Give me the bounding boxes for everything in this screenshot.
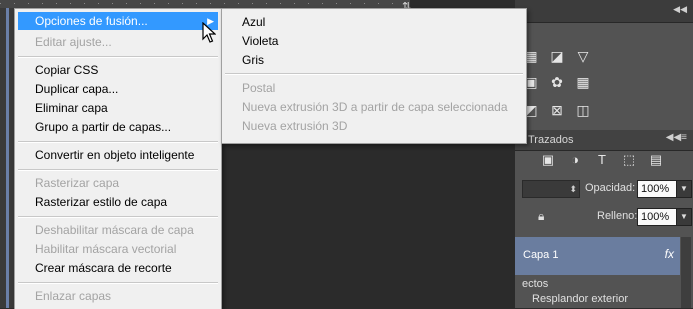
submenu-separator [225, 73, 523, 75]
menu-item-link-layers: Enlazar capas [35, 289, 112, 303]
shape-filter-icon[interactable]: ⬚ [621, 152, 637, 168]
submenu-item-violeta[interactable]: Violeta [226, 32, 522, 50]
curves-icon[interactable]: ◪ [548, 47, 566, 65]
submenu-item-gris[interactable]: Gris [226, 51, 522, 69]
menu-item-convert-smart-object[interactable]: Convertir en objeto inteligente [18, 146, 218, 164]
menu-item-blending-options[interactable]: Opciones de fusión... ▶ [18, 12, 218, 30]
menu-item-copy-css[interactable]: Copiar CSS [18, 61, 218, 79]
channel-mixer-icon[interactable]: ✿ [548, 73, 566, 91]
layer-filter-icons: ▣ ◑ T ⬚ ▤ [540, 152, 664, 168]
layer-context-menu: Opciones de fusión... ▶ Editar ajuste... … [14, 8, 222, 309]
menu-separator [18, 141, 218, 143]
color-lookup-icon[interactable]: ▦ [574, 73, 592, 91]
lock-icon[interactable]: 🔒︎ [538, 209, 544, 224]
gradient-map-icon[interactable]: ▽ [574, 47, 592, 65]
menu-item-rasterize-layer: Rasterizar capa [35, 176, 120, 190]
tab-paths[interactable]: Trazados [528, 130, 573, 150]
selective-color-icon[interactable]: ◫ [574, 101, 592, 119]
effect-outer-glow[interactable]: Resplandor exterior [532, 293, 628, 305]
submenu-item-3d-extrusion: Nueva extrusión 3D [242, 119, 348, 133]
updown-icon: ⬍ [569, 184, 577, 194]
menu-item-delete-layer[interactable]: Eliminar capa [18, 99, 218, 117]
menu-item-label: Opciones de fusión... [35, 14, 148, 28]
blend-mode-dropdown[interactable]: ⬍ [522, 180, 580, 198]
menu-separator [18, 282, 218, 284]
canvas-left-edge [0, 0, 14, 308]
menu-item-rasterize-layer-style[interactable]: Rasterizar estilo de capa [18, 193, 218, 211]
menu-item-enable-vector-mask: Habilitar máscara vectorial [35, 242, 177, 256]
adjustments-row-3: ◩ ⊠ ◫ [522, 101, 592, 121]
panel-header: ◀◀ [515, 0, 693, 23]
layer-row-selected[interactable]: Capa 1 fx [515, 237, 680, 275]
selection-strip [6, 0, 9, 308]
menu-separator [18, 56, 218, 58]
image-filter-icon[interactable]: ▣ [540, 152, 556, 168]
smart-object-filter-icon[interactable]: ▤ [648, 152, 664, 168]
menu-item-duplicate-layer[interactable]: Duplicar capa... [18, 80, 218, 98]
layer-name: Capa 1 [523, 249, 559, 261]
effects-label: ectos [522, 278, 549, 290]
fill-field[interactable]: 100% [637, 208, 678, 226]
opacity-dropdown-button[interactable]: ▼ [676, 180, 692, 198]
fill-dropdown-button[interactable]: ▼ [676, 208, 692, 226]
fx-badge[interactable]: fx [665, 247, 674, 261]
submenu-item-3d-extrusion-selected: Nueva extrusión 3D a partir de capa sele… [242, 100, 508, 114]
menu-separator [18, 216, 218, 218]
submenu-item-azul[interactable]: Azul [226, 13, 522, 31]
adjustments-row-1: ▦ ◪ ▽ [522, 47, 592, 67]
submenu-item-postal: Postal [242, 81, 276, 95]
opacity-label: Opacidad: [585, 182, 636, 194]
panel-menu-icon[interactable]: ◀◀≡ [666, 132, 687, 143]
mouse-pointer-icon [202, 22, 216, 43]
layers-scrollbar[interactable] [681, 237, 691, 308]
menu-separator [18, 169, 218, 171]
menu-item-group-from-layers[interactable]: Grupo a partir de capas... [18, 118, 218, 136]
menu-item-create-clipping-mask[interactable]: Crear máscara de recorte [18, 259, 218, 277]
adjustment-filter-icon[interactable]: ◑ [567, 152, 583, 168]
type-filter-icon[interactable]: T [594, 152, 610, 168]
menu-item-edit-adjustment: Editar ajuste... [35, 35, 112, 49]
collapse-icon[interactable]: ◀◀ [673, 4, 687, 15]
color-submenu: Azul Violeta Gris Postal Nueva extrusión… [221, 8, 527, 144]
menu-item-disable-layer-mask: Deshabilitar máscara de capa [35, 223, 194, 237]
fill-label: Relleno: [597, 210, 638, 222]
threshold-icon[interactable]: ⊠ [548, 101, 566, 119]
ruler-strip [0, 0, 410, 8]
opacity-field[interactable]: 100% [637, 180, 678, 198]
adjustments-row-2: ▣ ✿ ▦ [522, 73, 592, 93]
